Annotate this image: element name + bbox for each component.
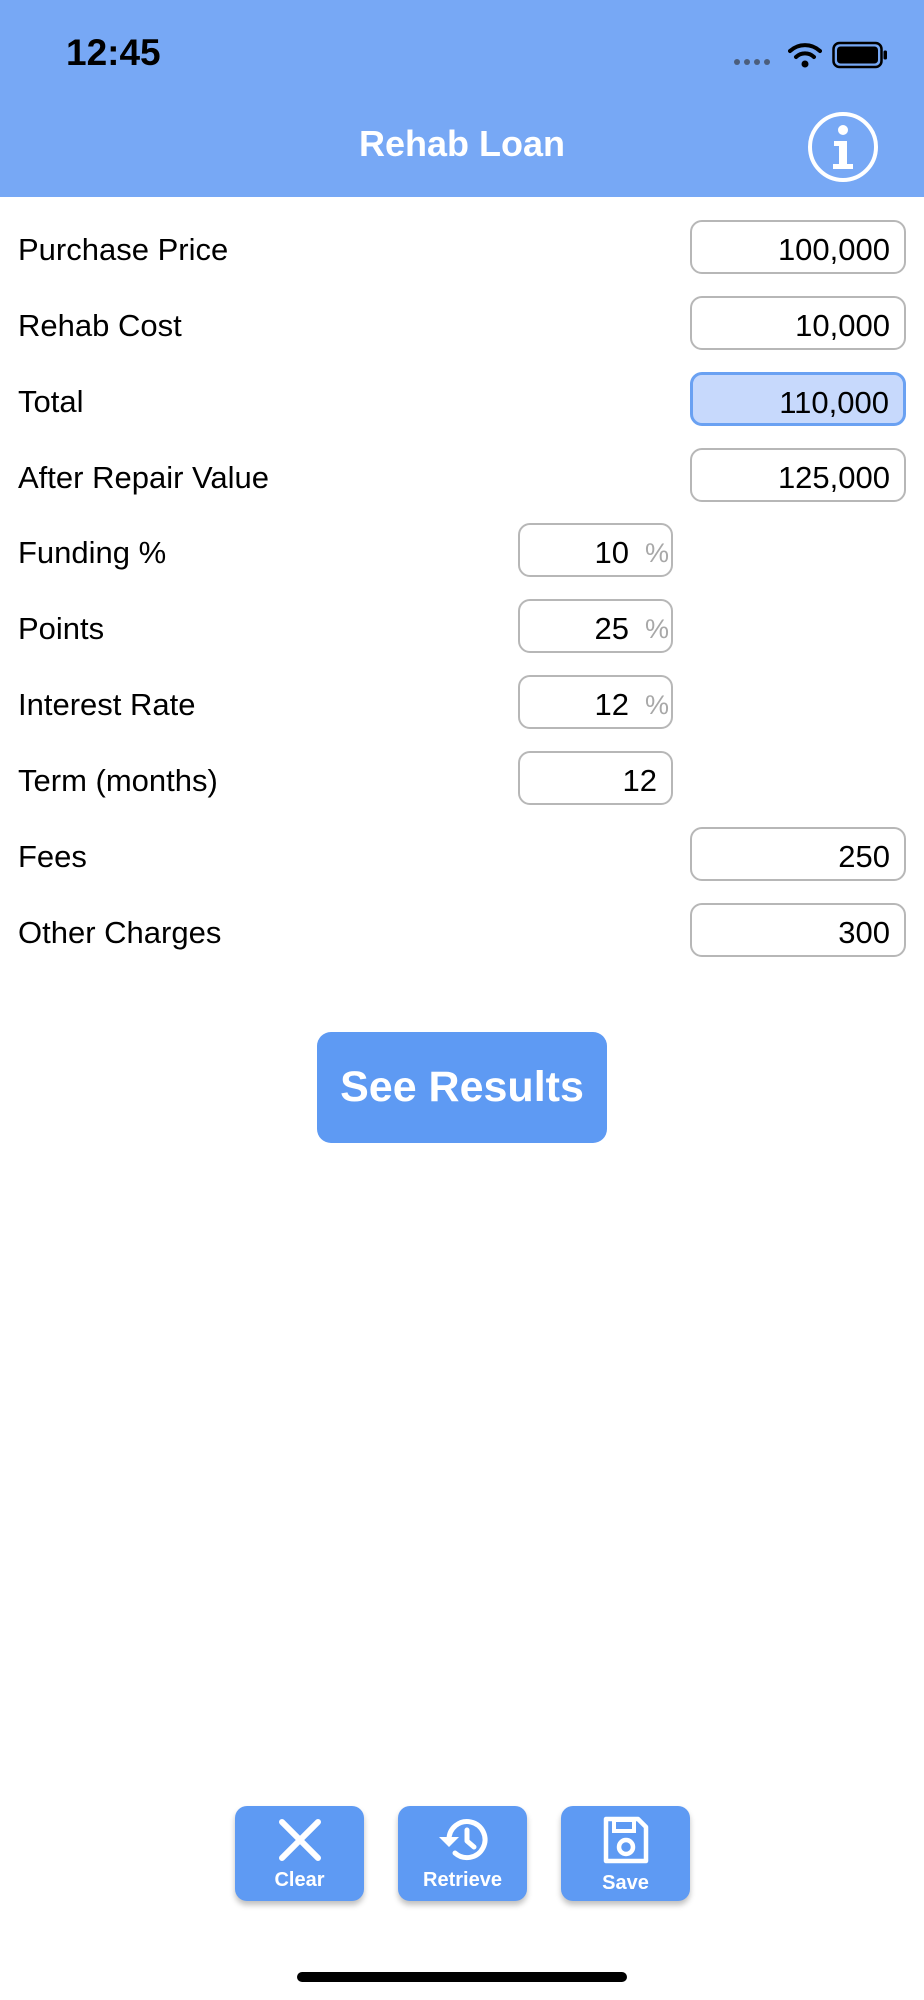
points-value: 25 — [594, 611, 629, 646]
close-icon — [278, 1819, 321, 1861]
percent-sign: % — [644, 614, 669, 644]
funding-label: Funding % — [18, 535, 167, 570]
save-button[interactable]: Save — [561, 1806, 690, 1901]
other-charges-row: Other Charges 300 — [0, 903, 924, 961]
history-icon — [438, 1819, 487, 1861]
purchase-price-input[interactable]: 100,000 — [690, 220, 906, 274]
see-results-button[interactable]: See Results — [317, 1032, 607, 1143]
retrieve-button[interactable]: Retrieve — [398, 1806, 527, 1901]
rehab-cost-label: Rehab Cost — [18, 308, 182, 343]
funding-value: 10 — [594, 535, 629, 570]
interest-rate-input[interactable]: 12 % — [518, 675, 673, 729]
purchase-price-label: Purchase Price — [18, 232, 229, 267]
battery-icon — [832, 41, 887, 69]
total-row: Total 110,000 — [0, 372, 924, 430]
points-input[interactable]: 25 % — [518, 599, 673, 653]
purchase-price-row: Purchase Price 100,000 — [0, 220, 924, 278]
home-indicator[interactable] — [297, 1972, 627, 1982]
after-repair-value-row: After Repair Value 125,000 — [0, 448, 924, 506]
term-label: Term (months) — [18, 763, 218, 798]
interest-rate-label: Interest Rate — [18, 687, 196, 722]
fees-label: Fees — [18, 839, 87, 874]
points-label: Points — [18, 611, 105, 646]
status-time: 12:45 — [66, 32, 161, 73]
interest-rate-row: Interest Rate 12 % — [0, 675, 924, 733]
points-row: Points 25 % — [0, 599, 924, 657]
total-label: Total — [18, 384, 84, 419]
save-icon — [603, 1816, 648, 1864]
fees-input[interactable]: 250 — [690, 827, 906, 881]
cellular-signal-icon — [734, 59, 770, 65]
rehab-cost-input[interactable]: 10,000 — [690, 296, 906, 350]
clear-label: Clear — [274, 1869, 325, 1891]
rehab-cost-row: Rehab Cost 10,000 — [0, 296, 924, 354]
percent-sign: % — [644, 690, 669, 720]
funding-row: Funding % 10 % — [0, 523, 924, 581]
percent-sign: % — [644, 538, 669, 568]
clear-button[interactable]: Clear — [235, 1806, 364, 1901]
status-icons — [734, 38, 888, 72]
fees-row: Fees 250 — [0, 827, 924, 885]
save-label: Save — [602, 1872, 649, 1894]
wifi-icon — [788, 43, 822, 68]
page-title: Rehab Loan — [358, 123, 565, 164]
other-charges-label: Other Charges — [18, 915, 222, 950]
term-input[interactable]: 12 — [518, 751, 673, 805]
after-repair-value-input[interactable]: 125,000 — [690, 448, 906, 502]
info-icon[interactable] — [806, 110, 880, 184]
other-charges-input[interactable]: 300 — [690, 903, 906, 957]
total-input[interactable]: 110,000 — [690, 372, 906, 426]
term-row: Term (months) 12 — [0, 751, 924, 809]
interest-rate-value: 12 — [594, 687, 629, 722]
nav-bar: 12:45 Rehab Loan — [0, 0, 924, 197]
retrieve-label: Retrieve — [423, 1869, 502, 1891]
funding-input[interactable]: 10 % — [518, 523, 673, 577]
after-repair-value-label: After Repair Value — [18, 460, 269, 495]
